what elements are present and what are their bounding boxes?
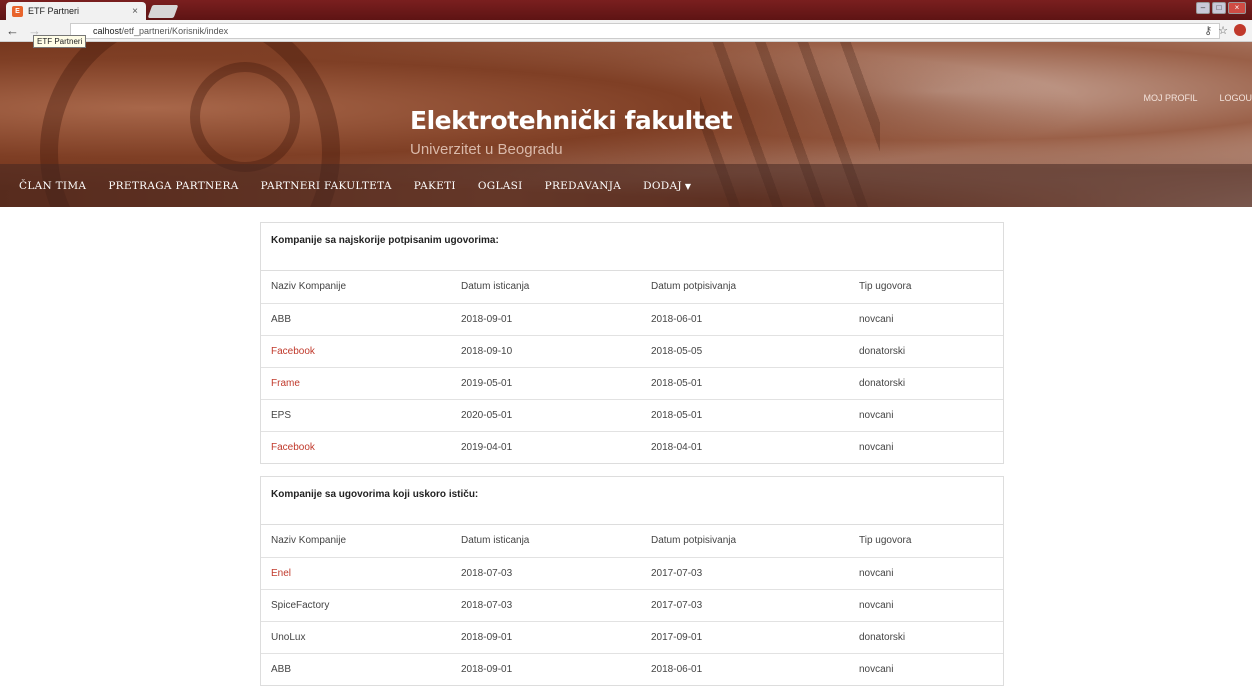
address-toolbar: ← → calhost/etf_partneri/Korisnik/index … [0, 20, 1252, 42]
contract-type: novcani [849, 588, 1003, 621]
site-subtitle: Univerzitet u Beogradu [410, 141, 563, 158]
signed-date: 2017-07-03 [641, 588, 849, 621]
column-header: Datum potpisivanja [651, 535, 737, 547]
contract-type: novcani [849, 398, 1003, 431]
company-link[interactable]: Facebook [261, 334, 451, 367]
nav-pretraga-partnera[interactable]: PRETRAGA PARTNERA [108, 180, 238, 192]
nav-predavanja[interactable]: PREDAVANJA [545, 180, 622, 192]
signed-date: 2018-05-05 [641, 334, 849, 367]
table-row: UnoLux 2018-09-01 2017-09-01 donatorski [261, 620, 1003, 653]
table-row: SpiceFactory 2018-07-03 2017-07-03 novcani [261, 588, 1003, 621]
user-links: MOJ PROFIL LOGOU [1143, 93, 1252, 103]
signed-date: 2018-06-01 [641, 302, 849, 335]
panel-title: Kompanije sa ugovorima koji uskoro istič… [261, 477, 1003, 525]
table-header-row: Naziv Kompanije Datum isticanja Datum po… [261, 525, 1003, 557]
signed-date: 2017-09-01 [641, 620, 849, 653]
url-path: /etf_partneri/Korisnik/index [121, 26, 229, 36]
nav-paketi[interactable]: PAKETI [414, 180, 456, 192]
company-link[interactable]: Facebook [261, 430, 451, 463]
recent-contracts-table: Naziv Kompanije Datum isticanja Datum po… [261, 271, 1003, 463]
company-name: EPS [261, 398, 451, 431]
signed-date: 2017-07-03 [641, 556, 849, 589]
table-row: Facebook 2018-09-10 2018-05-05 donatorski [261, 334, 1003, 367]
site-title[interactable]: Elektrotehnički fakultet [410, 106, 733, 135]
expiry-date: 2018-09-01 [451, 620, 641, 653]
signed-date: 2018-05-01 [641, 366, 849, 399]
window-close-icon[interactable]: × [1228, 2, 1246, 14]
new-tab-button[interactable] [147, 5, 179, 18]
table-row: Enel 2018-07-03 2017-07-03 novcani [261, 556, 1003, 589]
table-row: ABB 2018-09-01 2018-06-01 novcani [261, 302, 1003, 335]
caret-down-icon: ▼ [684, 181, 692, 191]
address-bar-icons: ⚷ ☆ [1204, 24, 1246, 37]
contract-type: donatorski [849, 620, 1003, 653]
company-link[interactable]: Frame [261, 366, 451, 399]
minimize-icon[interactable]: – [1196, 2, 1210, 14]
contract-type: donatorski [849, 366, 1003, 399]
expiry-date: 2019-04-01 [451, 430, 641, 463]
expiry-date: 2018-07-03 [451, 588, 641, 621]
expiry-date: 2019-05-01 [451, 366, 641, 399]
contract-type: novcani [849, 556, 1003, 589]
expiry-date: 2018-07-03 [451, 556, 641, 589]
table-row: ABB 2018-09-01 2018-06-01 novcani [261, 652, 1003, 685]
expiring-contracts-panel: Kompanije sa ugovorima koji uskoro istič… [260, 476, 1004, 686]
expiring-contracts-table: Naziv Kompanije Datum isticanja Datum po… [261, 525, 1003, 685]
column-header: Datum potpisivanja [651, 281, 737, 293]
tab-title: ETF Partneri [28, 6, 80, 16]
column-header: Naziv Kompanije [271, 535, 347, 547]
column-header: Tip ugovora [859, 535, 912, 547]
company-link[interactable]: Enel [261, 556, 451, 589]
contract-type: donatorski [849, 334, 1003, 367]
contract-type: novcani [849, 430, 1003, 463]
company-name: SpiceFactory [261, 588, 451, 621]
nav-clan-tima[interactable]: ČLAN TIMA [19, 180, 86, 192]
contract-type: novcani [849, 302, 1003, 335]
back-arrow-icon[interactable]: ← [6, 23, 22, 38]
table-header-row: Naziv Kompanije Datum isticanja Datum po… [261, 271, 1003, 303]
main-navigation: ČLAN TIMA PRETRAGA PARTNERA PARTNERI FAK… [0, 164, 1252, 207]
tab-tooltip: ETF Partneri [33, 35, 87, 48]
url-host: calhost [93, 26, 122, 36]
nav-dodaj-dropdown[interactable]: DODAJ ▼ [643, 180, 691, 192]
window-controls: – □ × [1196, 2, 1246, 14]
nav-oglasi[interactable]: OGLASI [478, 180, 523, 192]
table-row: Frame 2019-05-01 2018-05-01 donatorski [261, 366, 1003, 399]
my-profile-link[interactable]: MOJ PROFIL [1143, 93, 1197, 103]
favicon-icon: E [12, 5, 23, 17]
site-header: Elektrotehnički fakultet Univerzitet u B… [0, 42, 1252, 207]
expiry-date: 2020-05-01 [451, 398, 641, 431]
dodaj-label: DODAJ [643, 179, 682, 192]
contract-type: novcani [849, 652, 1003, 685]
maximize-icon[interactable]: □ [1212, 2, 1226, 14]
company-name: ABB [261, 302, 451, 335]
tab-close-icon[interactable]: × [132, 6, 138, 17]
header-background-art [190, 62, 300, 172]
expiry-date: 2018-09-01 [451, 302, 641, 335]
table-row: EPS 2020-05-01 2018-05-01 novcani [261, 398, 1003, 431]
company-name: ABB [261, 652, 451, 685]
key-icon[interactable]: ⚷ [1204, 24, 1212, 37]
table-row: Facebook 2019-04-01 2018-04-01 novcani [261, 430, 1003, 463]
browser-tab[interactable]: E ETF Partneri × [6, 2, 146, 20]
column-header: Tip ugovora [859, 281, 912, 293]
column-header: Naziv Kompanije [271, 281, 347, 293]
expiry-date: 2018-09-10 [451, 334, 641, 367]
panel-title: Kompanije sa najskorije potpisanim ugovo… [261, 223, 1003, 271]
column-header: Datum isticanja [461, 281, 530, 293]
logout-link[interactable]: LOGOU [1219, 93, 1252, 103]
nav-partneri-fakulteta[interactable]: PARTNERI FAKULTETA [261, 180, 392, 192]
column-header: Datum isticanja [461, 535, 530, 547]
signed-date: 2018-04-01 [641, 430, 849, 463]
star-icon[interactable]: ☆ [1218, 24, 1228, 37]
extension-shield-icon[interactable] [1234, 24, 1246, 36]
browser-tab-strip: E ETF Partneri × – □ × [0, 0, 1252, 20]
company-name: UnoLux [261, 620, 451, 653]
signed-date: 2018-06-01 [641, 652, 849, 685]
url-field[interactable]: calhost/etf_partneri/Korisnik/index [70, 23, 1220, 39]
signed-date: 2018-05-01 [641, 398, 849, 431]
recent-contracts-panel: Kompanije sa najskorije potpisanim ugovo… [260, 222, 1004, 464]
expiry-date: 2018-09-01 [451, 652, 641, 685]
